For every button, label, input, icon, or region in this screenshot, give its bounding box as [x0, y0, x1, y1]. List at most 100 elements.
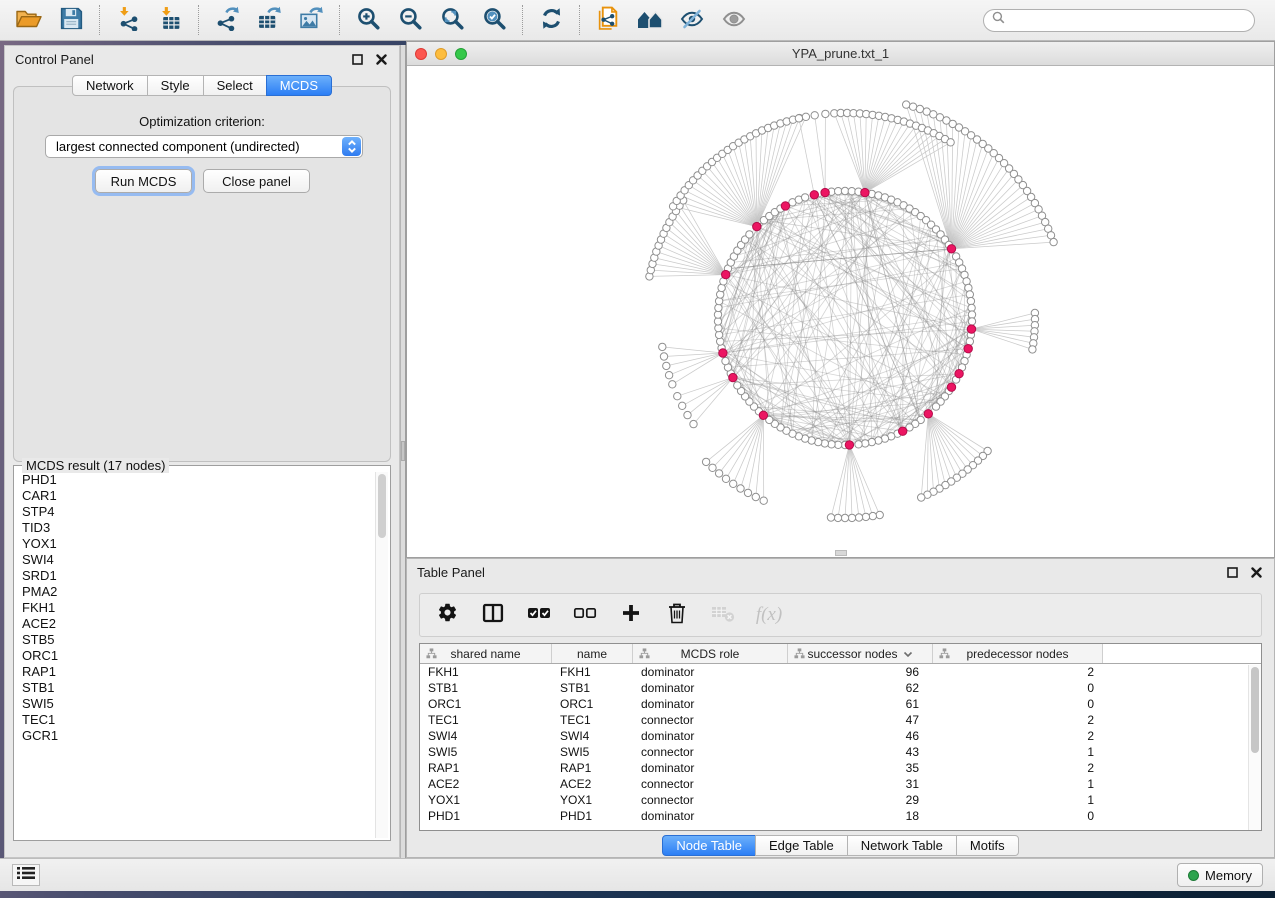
- table-cell: dominator: [633, 681, 788, 695]
- tab-network[interactable]: Network: [72, 75, 148, 96]
- mcds-result-item[interactable]: PHD1: [16, 472, 374, 488]
- splitter-grip[interactable]: [401, 441, 405, 461]
- import-table-button[interactable]: [151, 4, 189, 37]
- scrollbar-thumb[interactable]: [378, 474, 386, 538]
- add-column-button[interactable]: [618, 602, 644, 628]
- memory-button[interactable]: Memory: [1177, 863, 1263, 887]
- table-row[interactable]: RAP1RAP1dominator352: [420, 760, 1261, 776]
- mcds-result-item[interactable]: RAP1: [16, 664, 374, 680]
- mcds-result-item[interactable]: YOX1: [16, 536, 374, 552]
- tab-style[interactable]: Style: [147, 75, 204, 96]
- split-columns-button[interactable]: [480, 602, 506, 628]
- open-folder-button[interactable]: [10, 4, 48, 37]
- tab-select[interactable]: Select: [203, 75, 267, 96]
- export-table-button[interactable]: [250, 4, 288, 37]
- hide-graphics-details-button[interactable]: [673, 4, 711, 37]
- table-row[interactable]: ORC1ORC1dominator610: [420, 696, 1261, 712]
- tab-edge-table[interactable]: Edge Table: [755, 835, 848, 856]
- save-button[interactable]: [52, 4, 90, 37]
- table-cell: ACE2: [552, 777, 633, 791]
- search-box[interactable]: [983, 9, 1255, 32]
- column-label: name: [577, 647, 607, 661]
- tab-motifs[interactable]: Motifs: [956, 835, 1019, 856]
- mcds-result-item[interactable]: STB1: [16, 680, 374, 696]
- mcds-result-item[interactable]: SWI5: [16, 696, 374, 712]
- delete-column-button[interactable]: [664, 602, 690, 628]
- close-panel-button[interactable]: Close panel: [203, 169, 310, 193]
- table-row[interactable]: SWI4SWI4dominator462: [420, 728, 1261, 744]
- table-row[interactable]: ACE2ACE2connector311: [420, 776, 1261, 792]
- network-canvas[interactable]: [407, 66, 1274, 557]
- table-row[interactable]: PHD1PHD1dominator180: [420, 808, 1261, 824]
- mcds-result-item[interactable]: STP4: [16, 504, 374, 520]
- table-row[interactable]: YOX1YOX1connector291: [420, 792, 1261, 808]
- search-icon: [992, 11, 1005, 29]
- deselect-all-button[interactable]: [572, 602, 598, 628]
- network-window: YPA_prune.txt_1: [406, 41, 1275, 558]
- table-mode-gear-icon: [437, 602, 458, 628]
- mcds-result-scrollbar[interactable]: [375, 472, 388, 838]
- tab-node-table[interactable]: Node Table: [662, 835, 756, 856]
- mcds-result-item[interactable]: FKH1: [16, 600, 374, 616]
- document-network-button[interactable]: [589, 4, 627, 37]
- mcds-result-item[interactable]: PMA2: [16, 584, 374, 600]
- tab-network-table[interactable]: Network Table: [847, 835, 957, 856]
- table-row[interactable]: STB1STB1dominator620: [420, 680, 1261, 696]
- search-input[interactable]: [1010, 13, 1246, 27]
- double-house-button[interactable]: [631, 4, 669, 37]
- float-panel-icon[interactable]: [349, 51, 365, 67]
- mcds-result-item[interactable]: ORC1: [16, 648, 374, 664]
- column-header-predecessor-nodes[interactable]: predecessor nodes: [933, 644, 1103, 663]
- horizontal-splitter-grip[interactable]: [835, 550, 847, 556]
- column-header-shared-name[interactable]: shared name: [420, 644, 552, 663]
- close-panel-icon[interactable]: [373, 51, 389, 67]
- zoom-out-button[interactable]: [391, 4, 429, 37]
- table-row[interactable]: FKH1FKH1dominator962: [420, 664, 1261, 680]
- table-cell: STB1: [420, 681, 552, 695]
- table-cell: connector: [633, 793, 788, 807]
- table-scrollbar[interactable]: [1248, 665, 1261, 830]
- zoom-fit-button[interactable]: [433, 4, 471, 37]
- mcds-result-item[interactable]: TEC1: [16, 712, 374, 728]
- optimization-criterion-select[interactable]: largest connected component (undirected): [45, 135, 363, 158]
- table-row[interactable]: TEC1TEC1connector472: [420, 712, 1261, 728]
- split-columns-icon: [482, 603, 504, 628]
- document-network-icon: [596, 6, 621, 34]
- table-cell: 29: [788, 793, 933, 807]
- refresh-button[interactable]: [532, 4, 570, 37]
- table-cell: dominator: [633, 665, 788, 679]
- column-header-name[interactable]: name: [552, 644, 633, 663]
- mcds-result-item[interactable]: TID3: [16, 520, 374, 536]
- table-scrollbar-thumb[interactable]: [1251, 667, 1259, 753]
- column-header-MCDS-role[interactable]: MCDS role: [633, 644, 788, 663]
- zoom-in-button[interactable]: [349, 4, 387, 37]
- table-panel-header: Table Panel: [407, 559, 1274, 585]
- table-mode-gear-button[interactable]: [434, 602, 460, 628]
- select-all-button[interactable]: [526, 602, 552, 628]
- tab-mcds[interactable]: MCDS: [266, 75, 332, 96]
- zoom-in-icon: [356, 6, 381, 34]
- zoom-out-icon: [398, 6, 423, 34]
- close-table-panel-icon[interactable]: [1248, 564, 1264, 580]
- zoom-selected-button[interactable]: [475, 4, 513, 37]
- mcds-result-item[interactable]: GCR1: [16, 728, 374, 744]
- mcds-result-item[interactable]: CAR1: [16, 488, 374, 504]
- mcds-result-item[interactable]: ACE2: [16, 616, 374, 632]
- table-tabs: Node TableEdge TableNetwork TableMotifs: [407, 835, 1274, 856]
- export-network-button[interactable]: [208, 4, 246, 37]
- show-graphics-details-button[interactable]: [715, 4, 753, 37]
- network-graph[interactable]: [407, 66, 1274, 557]
- import-network-button[interactable]: [109, 4, 147, 37]
- column-header-successor-nodes[interactable]: successor nodes: [788, 644, 933, 663]
- mcds-result-item[interactable]: SWI4: [16, 552, 374, 568]
- memory-status-icon: [1188, 870, 1199, 881]
- mcds-result-item[interactable]: SRD1: [16, 568, 374, 584]
- run-mcds-button[interactable]: Run MCDS: [95, 169, 192, 193]
- import-table-icon: [158, 6, 183, 34]
- export-image-button[interactable]: [292, 4, 330, 37]
- table-cell: 61: [788, 697, 933, 711]
- float-table-panel-icon[interactable]: [1224, 564, 1240, 580]
- table-row[interactable]: SWI5SWI5connector431: [420, 744, 1261, 760]
- task-history-button[interactable]: [12, 864, 40, 886]
- mcds-result-item[interactable]: STB5: [16, 632, 374, 648]
